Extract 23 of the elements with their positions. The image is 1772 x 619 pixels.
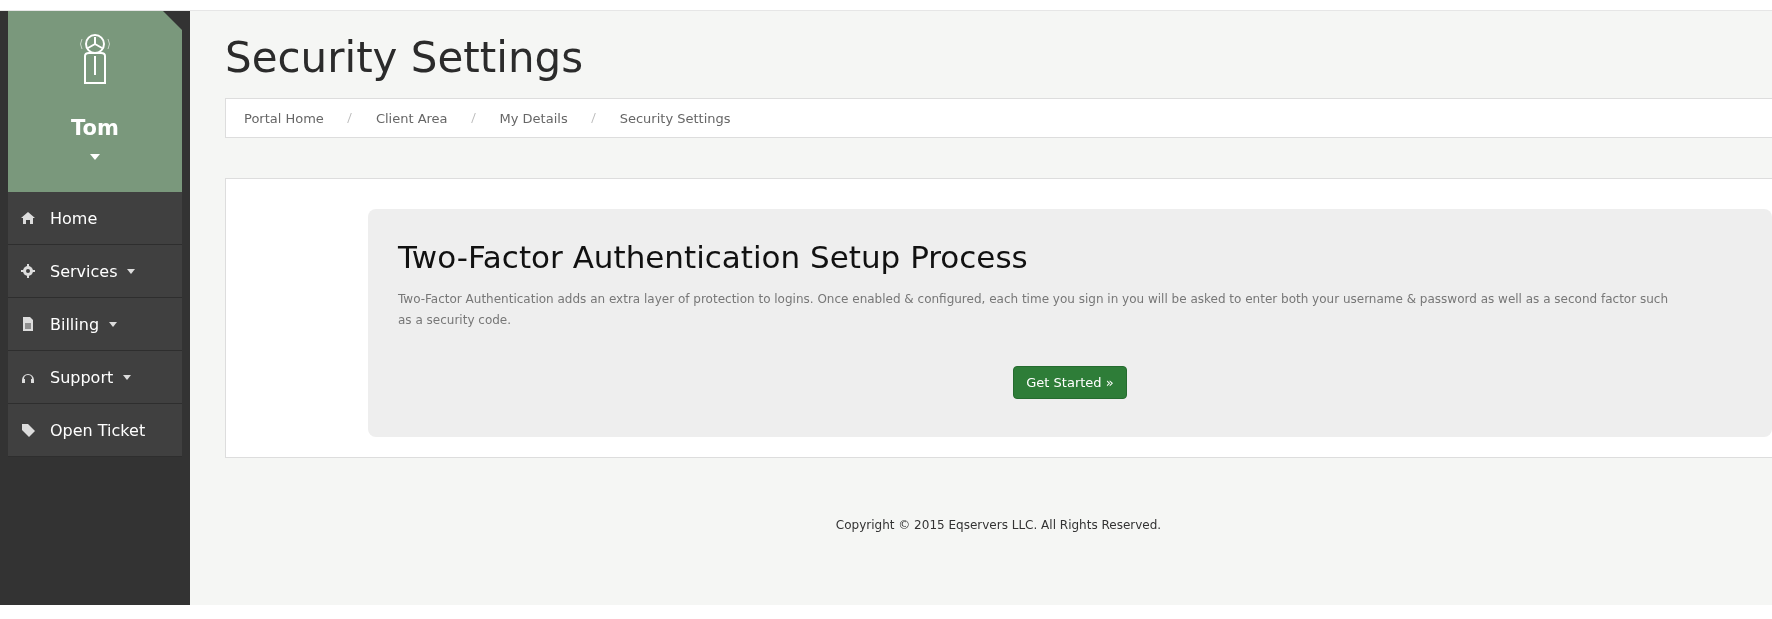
caret-icon (123, 374, 132, 380)
sidebar-item[interactable]: Billing (8, 298, 182, 351)
panel-description: Two-Factor Authentication adds an extra layer of protection to logins. Once enabled & configured, each time you sign in you will be asked to enter both your username & password as well as a second factor such as a security code. (398, 291, 1669, 329)
sidebar-item[interactable]: Open Ticket (8, 404, 182, 457)
panel-heading: Two-Factor Authentication Setup Process (398, 239, 1029, 275)
sidebar-item[interactable]: Services (8, 245, 182, 298)
caret-icon (109, 321, 118, 327)
gear-icon (20, 263, 36, 279)
copyright-text: Copyright © 2015 Eqservers LLC. All Rights Reserved. (834, 518, 1163, 532)
get-started-button[interactable]: Get Started » (1013, 366, 1127, 399)
breadcrumb-link[interactable]: Client Area (375, 110, 448, 126)
breadcrumb-link[interactable]: Security Settings (619, 110, 731, 126)
document-icon (20, 316, 36, 332)
tag-icon (20, 422, 36, 438)
breadcrumb-link[interactable]: Portal Home (244, 110, 324, 126)
home-icon (20, 210, 36, 226)
caret-icon (127, 268, 136, 274)
caret-icon[interactable] (90, 154, 100, 160)
page-title: Security Settings (225, 33, 585, 82)
breadcrumb-link[interactable]: My Details (499, 110, 568, 126)
sidebar-item[interactable]: Support (8, 351, 182, 404)
sidebar-item[interactable]: Home (8, 192, 182, 245)
user-name: Tom (71, 116, 119, 140)
